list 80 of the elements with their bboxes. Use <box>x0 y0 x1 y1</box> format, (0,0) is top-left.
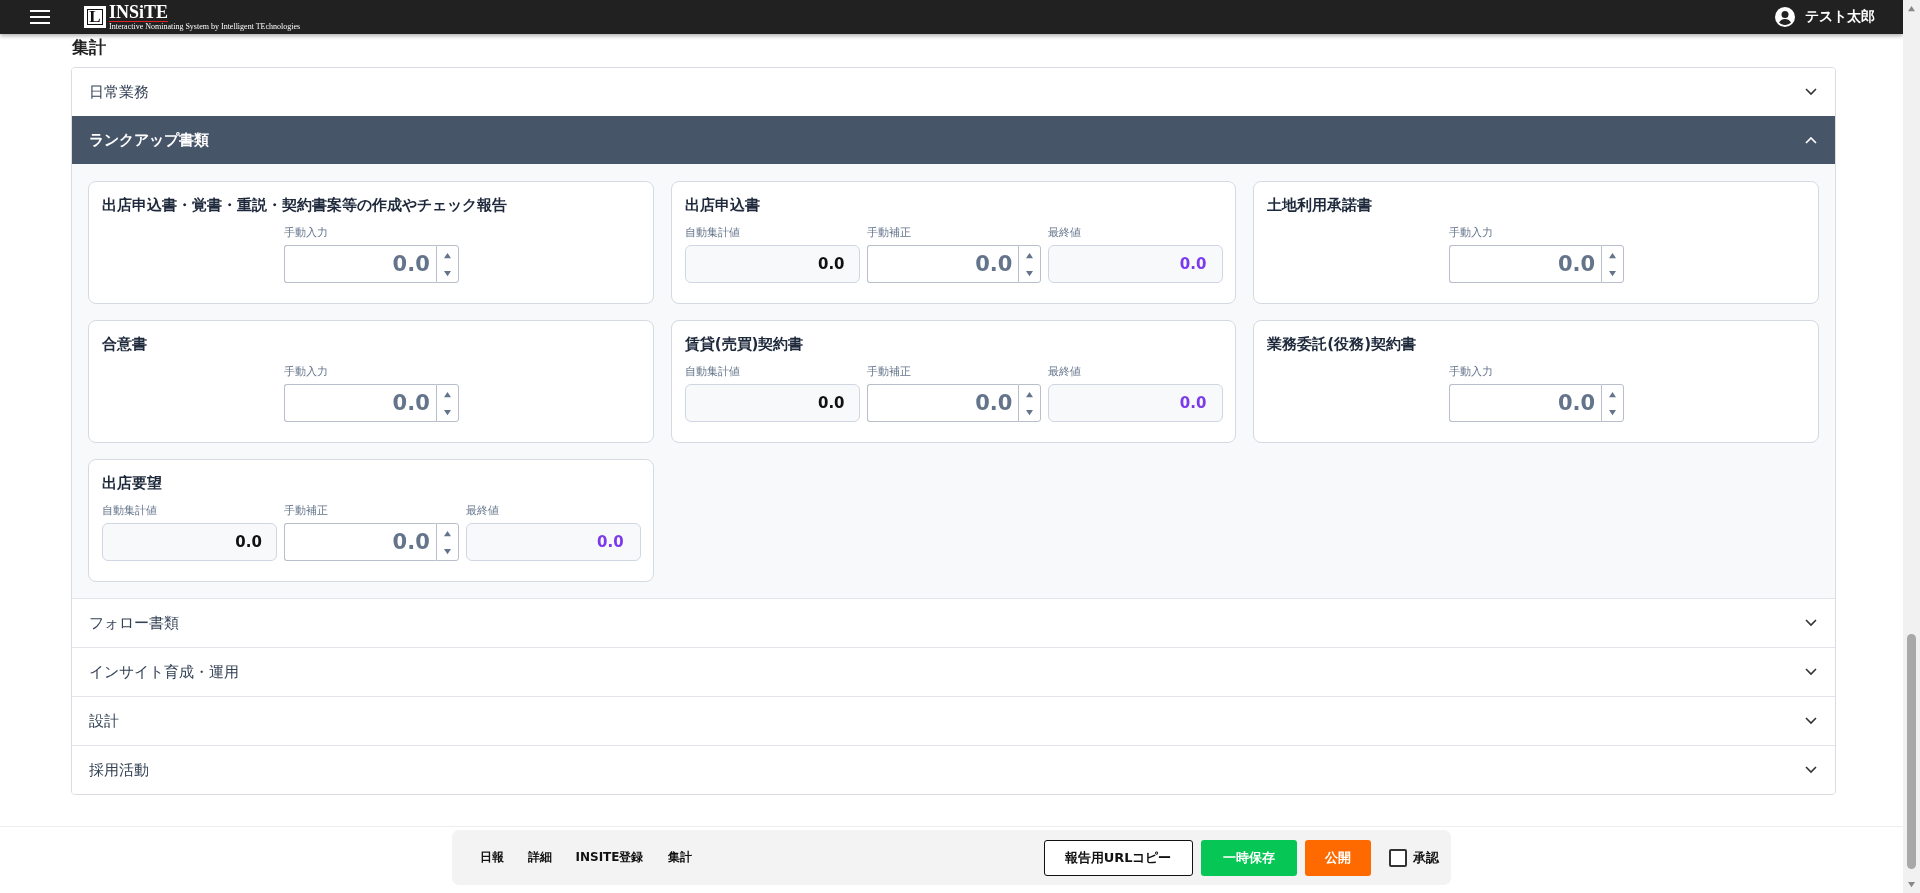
approve-label[interactable]: 承認 <box>1412 848 1439 867</box>
field-label: 自動集計値 <box>684 364 741 379</box>
scrollbar-thumb[interactable] <box>1907 634 1916 869</box>
final-value-field: 0.0 <box>1048 384 1224 422</box>
card-title: 業務委託(役務)契約書 <box>1267 335 1418 354</box>
page-title: 集計 <box>72 37 107 57</box>
card-title: 出店申込書・覚書・重説・契約書案等の作成やチェック報告 <box>102 196 508 215</box>
stepper-control[interactable] <box>1018 245 1042 283</box>
field-label: 手動入力 <box>1449 364 1495 379</box>
step-up-icon[interactable] <box>1608 390 1618 398</box>
logo-name: INSiTE <box>109 3 169 22</box>
card-title: 出店申込書 <box>684 196 761 215</box>
field-label: 自動集計値 <box>684 225 741 240</box>
footer-nav-link[interactable]: 日報 <box>479 849 504 866</box>
card-title: 出店要望 <box>102 474 163 493</box>
chevron-up-icon <box>1805 136 1817 144</box>
step-down-icon[interactable] <box>1025 269 1035 277</box>
user-name[interactable]: テスト太郎 <box>1805 8 1875 26</box>
auto-value-field: 0.0 <box>684 245 860 283</box>
step-down-icon[interactable] <box>1608 408 1618 416</box>
step-down-icon[interactable] <box>1025 408 1035 416</box>
chevron-down-icon <box>1805 717 1817 725</box>
card-title: 賃貸(売買)契約書 <box>684 335 805 354</box>
number-field[interactable]: 0.0 <box>866 245 1019 283</box>
number-field[interactable]: 0.0 <box>283 523 436 561</box>
field-label: 手動入力 <box>283 364 329 379</box>
field-label: 自動集計値 <box>102 503 158 518</box>
field-label: 手動補正 <box>866 225 912 240</box>
card-title: 合意書 <box>102 335 148 354</box>
final-value-field: 0.0 <box>465 523 641 561</box>
field-label: 最終値 <box>465 503 500 518</box>
number-field[interactable]: 0.0 <box>1449 384 1602 422</box>
chevron-down-icon <box>1805 88 1817 96</box>
number-field[interactable]: 0.0 <box>1449 245 1602 283</box>
accordion-header[interactable]: ランクアップ書類 <box>72 116 1835 164</box>
auto-value-field: 0.0 <box>684 384 860 422</box>
field-label: 手動入力 <box>283 225 329 240</box>
step-down-icon[interactable] <box>442 547 452 555</box>
field-label: 手動入力 <box>1449 225 1495 240</box>
number-field[interactable]: 0.0 <box>283 384 436 422</box>
step-down-icon[interactable] <box>1608 269 1618 277</box>
step-up-icon[interactable] <box>442 529 452 537</box>
step-up-icon[interactable] <box>1025 251 1035 259</box>
chevron-down-icon <box>1805 766 1817 774</box>
stepper-control[interactable] <box>435 245 459 283</box>
number-field[interactable]: 0.0 <box>866 384 1019 422</box>
field-label: 最終値 <box>1048 225 1083 240</box>
step-down-icon[interactable] <box>442 269 452 277</box>
accordion-header[interactable]: 採用活動 <box>72 745 1835 794</box>
final-value-field: 0.0 <box>1048 245 1224 283</box>
field-label: 最終値 <box>1048 364 1083 379</box>
footer-nav-link[interactable]: 集計 <box>667 849 692 866</box>
scroll-down-icon[interactable] <box>1907 881 1916 888</box>
footer-button[interactable]: 報告用URLコピー <box>1043 839 1193 876</box>
step-up-icon[interactable] <box>442 390 452 398</box>
auto-value-field: 0.0 <box>102 523 277 561</box>
chevron-down-icon <box>1805 668 1817 676</box>
scrollbar[interactable] <box>1903 0 1920 893</box>
footer-nav-link[interactable]: INSITE登録 <box>575 849 644 866</box>
footer-nav-link[interactable]: 詳細 <box>527 849 552 866</box>
step-up-icon[interactable] <box>1025 390 1035 398</box>
stepper-control[interactable] <box>1601 245 1625 283</box>
stepper-control[interactable] <box>435 384 459 422</box>
step-up-icon[interactable] <box>1608 251 1618 259</box>
card-title: 土地利用承諾書 <box>1267 196 1374 215</box>
user-avatar-icon[interactable] <box>1775 7 1795 27</box>
number-field[interactable]: 0.0 <box>283 245 436 283</box>
field-label: 手動補正 <box>866 364 912 379</box>
logo-mark: L <box>84 6 106 28</box>
chevron-down-icon <box>1805 619 1817 627</box>
logo-tagline: Interactive Nominating System by Intelligent TEchnologies <box>109 23 301 31</box>
field-label: 手動補正 <box>283 503 329 518</box>
stepper-control[interactable] <box>1601 384 1625 422</box>
scroll-up-icon[interactable] <box>1907 5 1916 12</box>
step-up-icon[interactable] <box>442 251 452 259</box>
step-down-icon[interactable] <box>442 408 452 416</box>
menu-icon[interactable] <box>30 10 50 24</box>
stepper-control[interactable] <box>1018 384 1042 422</box>
stepper-control[interactable] <box>435 523 459 561</box>
approve-checkbox[interactable] <box>1388 848 1407 867</box>
